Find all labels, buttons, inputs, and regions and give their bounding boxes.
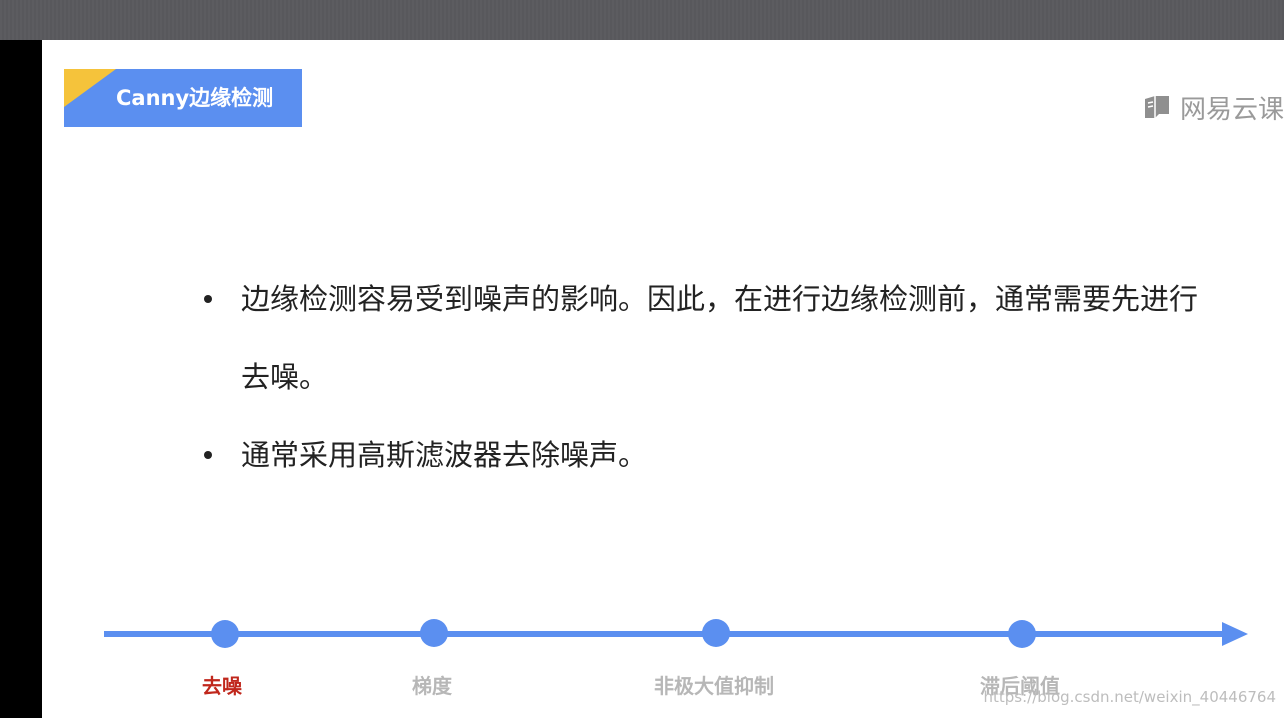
watermark-url: https://blog.csdn.net/weixin_40446764 [983,688,1276,706]
timeline-arrowhead [1222,622,1248,646]
bullet-dot [204,451,212,459]
book-icon [1144,96,1169,118]
bullet-text: 边缘检测容易受到噪声的影响。因此，在进行边缘检测前，通常需要先进行去噪。 [241,282,1199,394]
bullet-text: 通常采用高斯滤波器去除噪声。 [241,438,648,472]
timeline-label-gradient[interactable]: 梯度 [412,670,452,699]
title-banner: Canny边缘检测 [64,69,302,127]
timeline-node-denoise[interactable] [211,620,239,648]
timeline-label-denoise[interactable]: 去噪 [202,670,242,699]
window-top-bar [0,0,1284,40]
left-black-bar [0,40,42,718]
brand-name: 网易云课 [1179,94,1284,125]
bullet-list: 边缘检测容易受到噪声的影响。因此，在进行边缘检测前，通常需要先进行去噪。 通常采… [198,260,1198,494]
bullet-dot [204,295,212,303]
timeline-track [104,619,1248,648]
timeline-node-hysteresis[interactable] [1008,620,1036,648]
slide-title: Canny边缘检测 [116,86,274,110]
brand-logo: 网易云课 [1142,90,1284,125]
timeline-node-gradient[interactable] [420,619,448,647]
slide: Canny边缘检测 网易云课 边缘检测容易受到噪声的影响。因此，在进行边缘检测前… [42,40,1284,718]
bullet-item: 通常采用高斯滤波器去除噪声。 [198,416,1198,494]
title-accent-triangle [64,69,116,107]
timeline-node-nms[interactable] [702,619,730,647]
bullet-item: 边缘检测容易受到噪声的影响。因此，在进行边缘检测前，通常需要先进行去噪。 [198,260,1198,416]
timeline-label-nms[interactable]: 非极大值抑制 [654,670,774,699]
